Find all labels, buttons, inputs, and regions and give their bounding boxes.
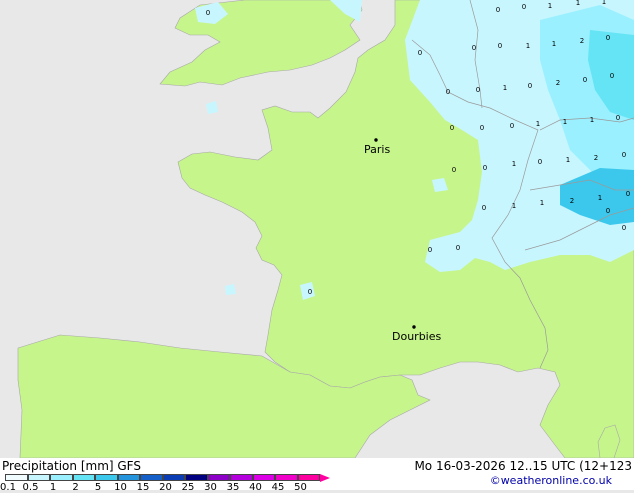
scale-swatch xyxy=(230,474,253,481)
precip-value: 0 xyxy=(522,3,526,11)
precip-value: 0 xyxy=(528,82,532,90)
city-label: Paris xyxy=(364,143,390,156)
scale-label: 10 xyxy=(114,482,127,493)
scale-swatch xyxy=(252,474,275,481)
precip-value: 0 xyxy=(496,6,500,14)
precip-value: 1 xyxy=(512,160,516,168)
precip-value: 0 xyxy=(622,224,626,232)
legend-title: Precipitation [mm] GFS xyxy=(2,459,141,473)
scale-swatch xyxy=(297,474,320,481)
scale-label: 45 xyxy=(271,482,285,493)
scale-label: 5 xyxy=(94,482,102,493)
scale-label: 1 xyxy=(49,482,57,493)
precip-value: 0 xyxy=(476,86,480,94)
precip-value: 0 xyxy=(616,114,620,122)
precip-value: 0 xyxy=(626,190,630,198)
precip-value: 0 xyxy=(483,164,487,172)
precip-value: 0 xyxy=(610,72,614,80)
precip-value: 0 xyxy=(206,9,210,17)
precip-value: 1 xyxy=(590,116,594,124)
precip-value: 1 xyxy=(512,202,516,210)
scale-arrow xyxy=(320,474,330,482)
city-marker xyxy=(374,138,378,142)
precip-value: 1 xyxy=(526,42,530,50)
precip-value: 0 xyxy=(606,207,610,215)
precip-value: 1 xyxy=(576,0,580,7)
precipitation-map: 0 0 0 1 1 100 0 1 1 2 00 0 1 0 2 0 00 0 0 1 1 1 00 0 1 0 1 2 00 1 1 2 1 0… xyxy=(0,0,634,458)
precip-value: 0 xyxy=(452,166,456,174)
scale-swatch xyxy=(207,474,230,481)
scale-label: 0.5 xyxy=(22,482,39,493)
precip-value: 2 xyxy=(570,197,574,205)
scale-swatch xyxy=(72,474,95,481)
city-label: Dourbies xyxy=(392,330,442,343)
precip-value: 0 xyxy=(538,158,542,166)
scale-swatch xyxy=(117,474,140,481)
scale-swatch xyxy=(5,474,28,481)
precip-value: 0 xyxy=(583,76,587,84)
scale-label: 25 xyxy=(181,482,195,493)
precip-value: 0 xyxy=(622,151,626,159)
forecast-time: Mo 16-03-2026 12..15 UTC (12+123 xyxy=(414,459,632,473)
scale-swatch xyxy=(50,474,73,481)
precip-value: 0 xyxy=(606,34,610,42)
precip-value: 0 xyxy=(480,124,484,132)
precip-value: 0 xyxy=(450,124,454,132)
scale-label: 0.1 xyxy=(0,482,16,493)
precip-value: 1 xyxy=(552,40,556,48)
site-credit[interactable]: ©weatheronline.co.uk xyxy=(490,474,612,487)
precip-value: 0 xyxy=(510,122,514,130)
scale-label: 20 xyxy=(159,482,172,493)
precip-value: 0 xyxy=(456,244,460,252)
precip-value: 1 xyxy=(540,199,544,207)
precip-value: 0 xyxy=(428,246,432,254)
precip-value: 1 xyxy=(548,2,552,10)
precip-value: 1 xyxy=(503,84,507,92)
precip-value: 0 xyxy=(418,49,422,57)
precip-value: 1 xyxy=(566,156,570,164)
precip-value: 1 xyxy=(602,0,606,6)
precip-value: 0 xyxy=(482,204,486,212)
scale-label: 50 xyxy=(294,482,307,493)
precip-value: 0 xyxy=(498,42,502,50)
scale-label: 15 xyxy=(136,482,150,493)
precip-value: 2 xyxy=(580,37,584,45)
scale-label: 30 xyxy=(204,482,217,493)
scale-swatch xyxy=(140,474,163,481)
precip-value: 1 xyxy=(563,118,567,126)
precip-value: 1 xyxy=(598,194,602,202)
precip-value: 0 xyxy=(308,288,312,296)
city-marker xyxy=(412,325,416,329)
scale-swatch xyxy=(95,474,118,481)
scale-swatch xyxy=(185,474,208,481)
scale-label: 2 xyxy=(72,482,79,493)
precip-value: 0 xyxy=(472,44,476,52)
scale-label: 40 xyxy=(249,482,262,493)
precip-value: 1 xyxy=(536,120,540,128)
precip-value: 2 xyxy=(594,154,598,162)
precip-value: 2 xyxy=(556,79,560,87)
scale-swatch xyxy=(275,474,298,481)
scale-swatch xyxy=(27,474,50,481)
legend-footer: Precipitation [mm] GFS Mo 16-03-2026 12.… xyxy=(0,458,634,493)
weather-map-page: 0001110001120001020000011100010120011210… xyxy=(0,0,634,493)
precip-value: 0 xyxy=(446,88,450,96)
scale-swatch xyxy=(162,474,185,481)
scale-label: 35 xyxy=(226,482,240,493)
